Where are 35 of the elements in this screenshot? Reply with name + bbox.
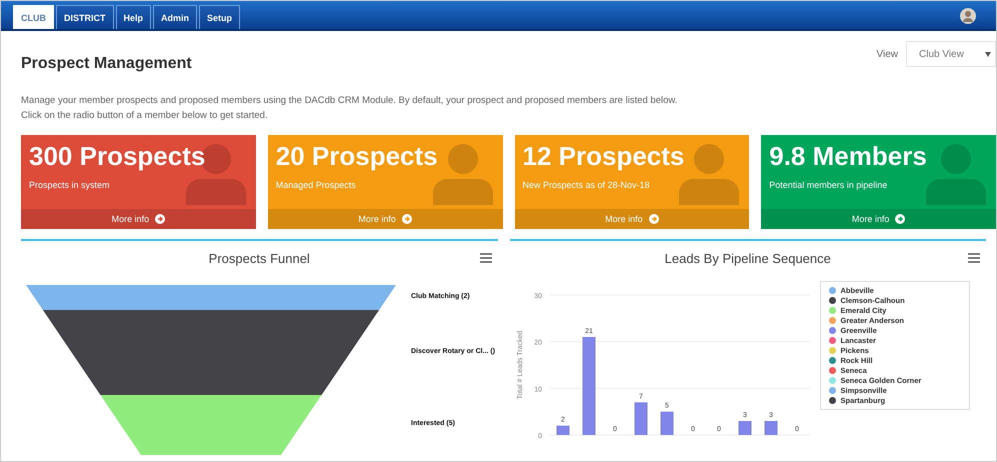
avatar-icon[interactable] <box>960 8 976 24</box>
nav-tab[interactable]: DISTRICT <box>56 5 114 29</box>
view-label: View <box>876 48 898 60</box>
arrow-circle-icon <box>402 214 412 224</box>
bar <box>738 421 751 435</box>
menu-icon[interactable] <box>968 253 980 263</box>
arrow-circle-icon <box>648 214 659 224</box>
nav-tab[interactable]: Help <box>116 5 152 29</box>
view-select[interactable]: Club View <box>906 41 996 67</box>
caret-icon <box>985 52 991 56</box>
more-info-link[interactable]: More info <box>761 209 996 229</box>
page-title: Prospect Management <box>21 55 192 73</box>
bar <box>660 412 673 435</box>
person-icon <box>926 141 986 205</box>
more-info-link[interactable]: More info <box>21 209 256 229</box>
bar <box>634 402 647 435</box>
nav-tab[interactable]: Admin <box>153 5 198 29</box>
chart-title: Leads By Pipeline Sequence <box>664 250 831 266</box>
bar <box>556 426 569 435</box>
card-value: 12 Prospects <box>522 141 686 172</box>
card-value: 9.8 Members <box>769 141 928 172</box>
arrow-circle-icon <box>895 214 906 224</box>
nav-tab[interactable]: Setup <box>199 5 240 29</box>
card-caption: New Prospects as of 28-Nov-18 <box>522 180 651 190</box>
nav-tab[interactable]: CLUB <box>13 5 54 29</box>
menu-icon[interactable] <box>480 253 492 263</box>
card-caption: Managed Prospects <box>276 180 357 190</box>
chart-title: Prospects Funnel <box>208 250 310 266</box>
description-text: Manage your member prospects and proposed members using the DACdb CRM Module. By default, your prospect and proposed members are listed below. Click on the radio button of a member below to get started. <box>21 94 678 123</box>
card-caption: Prospects in system <box>29 180 111 190</box>
bar <box>764 421 777 435</box>
card-value: 20 Prospects <box>276 141 439 172</box>
card-value: 300 Prospects <box>29 141 206 172</box>
card-caption: Potential members in pipeline <box>769 180 888 190</box>
arrow-circle-icon <box>155 214 166 224</box>
